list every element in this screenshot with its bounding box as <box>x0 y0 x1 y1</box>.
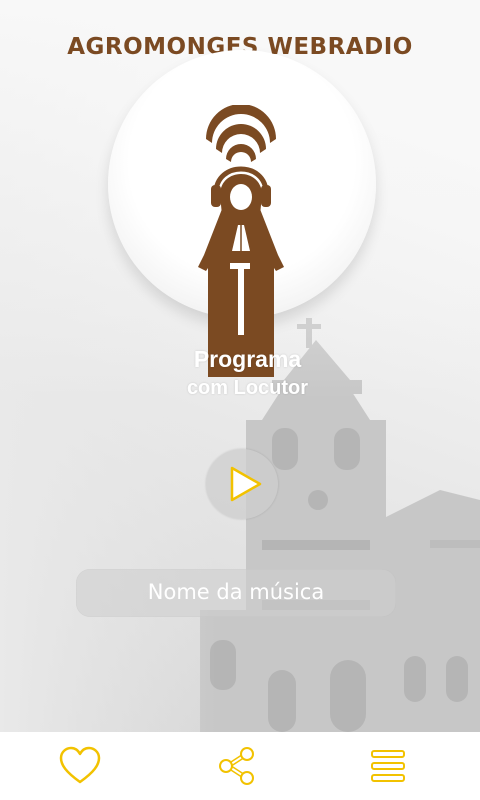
monk-headphones-logo-icon <box>198 105 284 377</box>
favorite-button[interactable] <box>56 744 104 788</box>
play-icon <box>230 466 262 502</box>
song-name: Nome da música <box>147 580 325 604</box>
menu-icon <box>371 750 405 782</box>
share-icon <box>219 747 254 785</box>
app-screen: AGROMONGES WEBRADIO Programa com Locutor… <box>0 0 480 800</box>
now-playing-bar: Nome da música <box>76 569 396 617</box>
bottom-nav-bar <box>0 732 480 800</box>
program-name: Programa <box>193 346 302 372</box>
menu-button[interactable] <box>364 744 412 788</box>
play-button[interactable] <box>206 449 278 519</box>
heart-icon <box>59 746 101 784</box>
share-button[interactable] <box>212 744 260 788</box>
program-host: com Locutor <box>186 377 309 399</box>
